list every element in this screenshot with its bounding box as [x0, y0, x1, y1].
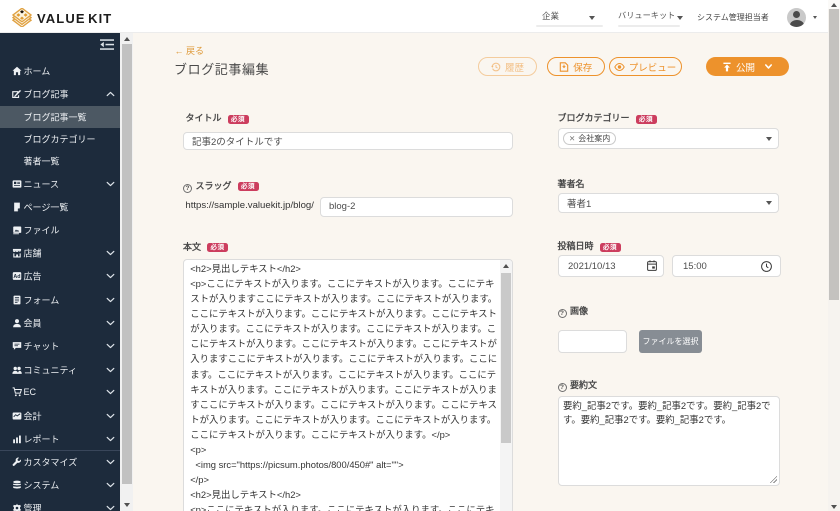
svg-text:Ad: Ad: [13, 274, 20, 280]
